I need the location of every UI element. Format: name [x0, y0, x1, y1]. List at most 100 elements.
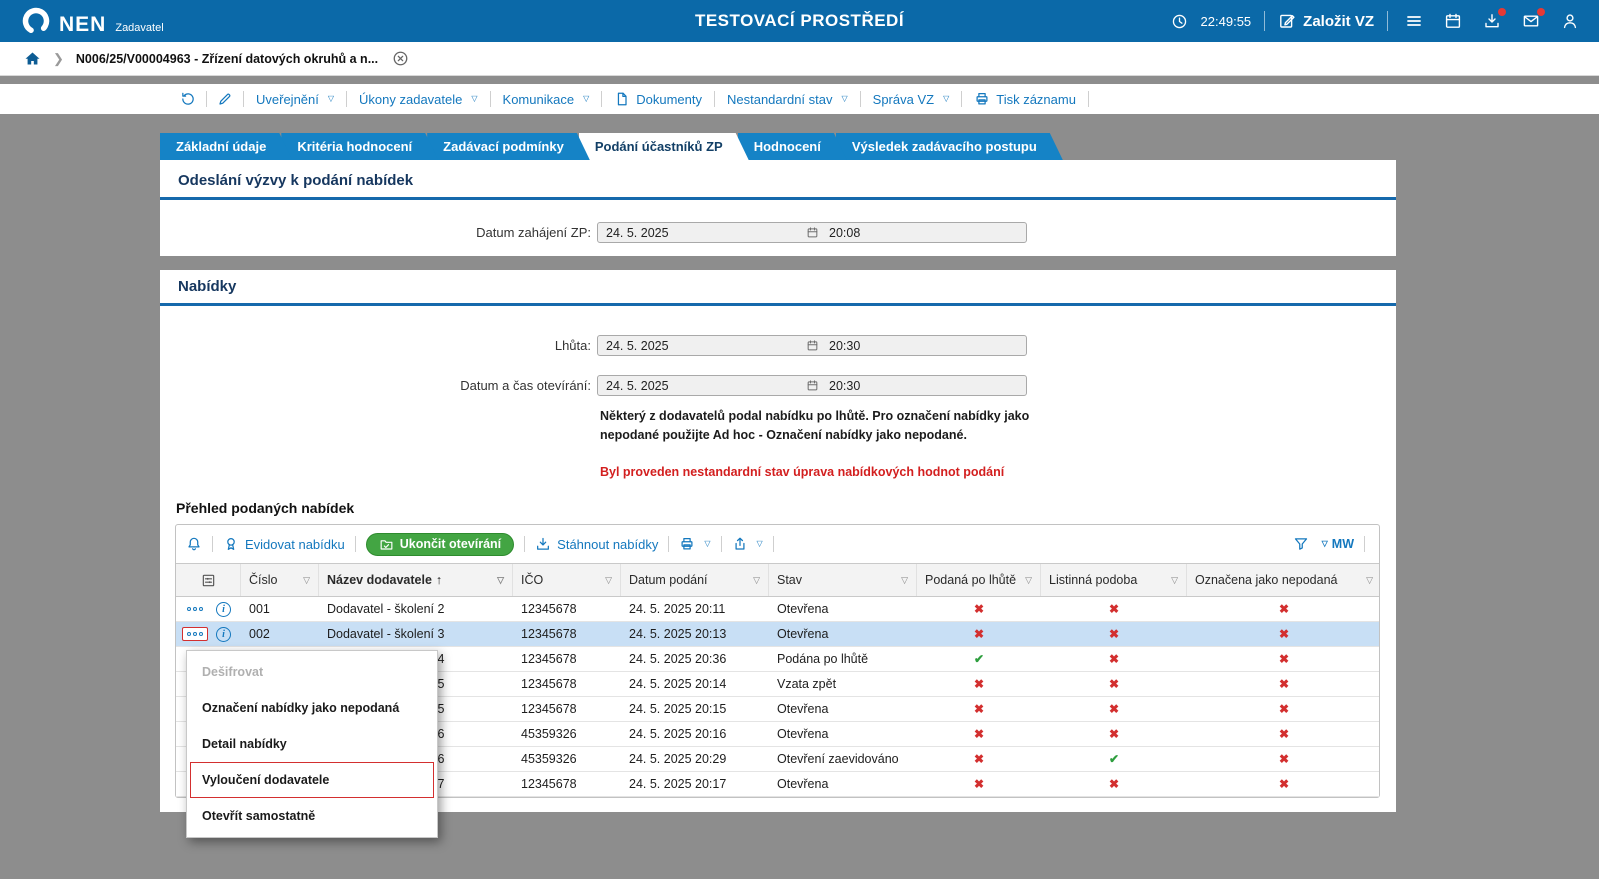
context-menu-item-detail-nabidky[interactable]: Detail nabídky — [190, 726, 434, 762]
cell-cislo: 002 — [241, 622, 319, 646]
context-menu-item-oznaceni-nabidky-jako-nepodana[interactable]: Označení nabídky jako nepodaná — [190, 690, 434, 726]
action-label: Úkony zadavatele — [359, 92, 462, 107]
context-menu: DešifrovatOznačení nabídky jako nepodaná… — [186, 650, 438, 838]
cell-listinna-podoba: ✖ — [1041, 722, 1187, 746]
time-value[interactable]: 20:08 — [829, 226, 860, 240]
check-icon: ✔ — [1109, 752, 1119, 766]
action-uverejneni[interactable]: Uveřejnění ▽ — [244, 92, 346, 107]
cross-icon: ✖ — [1279, 777, 1289, 791]
calendar-icon[interactable] — [806, 379, 819, 392]
column-filter-icon[interactable]: ▽ — [299, 575, 310, 586]
section-gap — [160, 256, 1396, 270]
calendar-icon[interactable] — [806, 226, 819, 239]
ukoncit-otevirani-button[interactable]: Ukončit otevírání — [366, 533, 514, 556]
column-filter-icon[interactable]: ▽ — [1021, 575, 1032, 586]
watch-bell-button[interactable] — [186, 536, 202, 552]
action-sprava-vz[interactable]: Správa VZ▽ — [861, 92, 962, 107]
action-nestandardni-stav[interactable]: Nestandardní stav▽ — [715, 92, 860, 107]
tab-vysledek-zadavaciho-postupu[interactable]: Výsledek zadávacího postupu — [836, 133, 1063, 160]
row-info-icon[interactable]: i — [216, 602, 231, 617]
home-button[interactable] — [24, 50, 41, 67]
cell-podana-po-lhute: ✖ — [917, 747, 1041, 771]
notification-badge — [1498, 8, 1506, 16]
brand[interactable]: NEN Zadavatel — [22, 7, 164, 35]
table-row[interactable]: i002Dodavatel - školení 31234567824. 5. … — [176, 622, 1379, 647]
datetime-input-lhuta[interactable]: 24. 5. 2025 20:30 — [597, 335, 1027, 356]
action-komunikace[interactable]: Komunikace▽ — [491, 92, 602, 107]
menu-button[interactable] — [1401, 12, 1427, 30]
table-row[interactable]: i001Dodavatel - školení 21234567824. 5. … — [176, 597, 1379, 622]
date-value[interactable]: 24. 5. 2025 — [606, 379, 806, 393]
cell-listinna-podoba: ✔ — [1041, 747, 1187, 771]
cell-datum-podani: 24. 5. 2025 20:13 — [621, 622, 769, 646]
tab-zakladni-udaje[interactable]: Základní údaje — [160, 133, 292, 160]
date-value[interactable]: 24. 5. 2025 — [606, 339, 806, 353]
evidovat-nabidku-button[interactable]: Evidovat nabídku — [223, 536, 345, 552]
view-selector[interactable]: ▽ MW — [1319, 537, 1354, 551]
calendar-icon[interactable] — [806, 339, 819, 352]
column-header-stav[interactable]: Stav▽ — [769, 564, 917, 596]
tab-hodnoceni[interactable]: Hodnocení — [738, 133, 847, 160]
export-button[interactable]: ▽ — [732, 536, 763, 552]
action-dokumenty[interactable]: Dokumenty — [602, 91, 714, 107]
column-header-cislo[interactable]: Číslo ▽ — [241, 564, 319, 596]
stahnout-nabidky-button[interactable]: Stáhnout nabídky — [535, 536, 658, 552]
close-record-button[interactable] — [392, 50, 409, 67]
context-menu-item-otevrit-samostatne[interactable]: Otevřít samostatně — [190, 798, 434, 834]
section-title-offers: Nabídky — [178, 278, 236, 295]
column-filter-icon[interactable]: ▽ — [897, 575, 908, 586]
column-filter-icon[interactable]: ▽ — [601, 575, 612, 586]
column-header-nazev-dodavatele[interactable]: Název dodavatele↑▽ — [319, 564, 513, 596]
column-label: Číslo — [249, 573, 277, 587]
edit-button[interactable] — [207, 91, 243, 107]
field-label: Datum zahájení ZP: — [160, 225, 597, 240]
column-header-ico[interactable]: IČO▽ — [513, 564, 621, 596]
nonstandard-state-alert: Byl proveden nestandardní stav úprava na… — [600, 465, 1200, 479]
column-filter-icon[interactable]: ▽ — [1362, 575, 1373, 586]
row-menu-button[interactable] — [182, 627, 208, 641]
column-filter-icon[interactable]: ▽ — [1167, 575, 1178, 586]
print-table-button[interactable]: ▽ — [679, 536, 710, 552]
chevron-down-icon: ▽ — [328, 94, 334, 103]
calendar-button[interactable] — [1440, 12, 1466, 30]
column-header-oznacena-jako-nepodana[interactable]: Označena jako nepodaná▽ — [1187, 564, 1381, 596]
datetime-input-zahajeni[interactable]: 24. 5. 2025 20:08 — [597, 222, 1027, 243]
time-value[interactable]: 20:30 — [829, 379, 860, 393]
cell-listinna-podoba: ✖ — [1041, 597, 1187, 621]
breadcrumb-record[interactable]: N006/25/V00004963 - Zřízení datových okr… — [76, 52, 378, 66]
column-filter-icon[interactable]: ▽ — [493, 575, 504, 586]
field-oteviranie: Datum a čas otevírání: 24. 5. 2025 20:30 — [160, 375, 1396, 396]
cross-icon: ✖ — [1109, 677, 1119, 691]
cross-icon: ✖ — [974, 752, 984, 766]
row-menu-button[interactable] — [182, 602, 208, 616]
filter-button[interactable] — [1293, 536, 1309, 552]
action-tisk-zaznamu[interactable]: Tisk záznamu — [962, 91, 1088, 107]
cell-nazev-dodavatele: Dodavatel - školení 3 — [319, 622, 513, 646]
action-bar: Uveřejnění ▽ Úkony zadavatele▽Komunikace▽D… — [0, 84, 1599, 114]
messages-button[interactable] — [1518, 12, 1544, 30]
create-vz-button[interactable]: Založit VZ — [1278, 12, 1374, 30]
tab-kriteria-hodnoceni[interactable]: Kritéria hodnocení — [281, 133, 438, 160]
column-header-podana-po-lhute[interactable]: Podaná po lhůtě▽ — [917, 564, 1041, 596]
history-button[interactable] — [170, 91, 206, 107]
tab-zadavaci-podminky[interactable]: Zadávací podmínky — [427, 133, 590, 160]
cell-oznacena-jako-nepodana: ✖ — [1187, 697, 1381, 721]
cell-stav: Otevřena — [769, 772, 917, 796]
column-chooser[interactable] — [176, 564, 241, 596]
action-ukony-zadavatele[interactable]: Úkony zadavatele▽ — [347, 92, 490, 107]
downloads-button[interactable] — [1479, 12, 1505, 30]
time-value[interactable]: 20:30 — [829, 339, 860, 353]
cell-podana-po-lhute: ✖ — [917, 722, 1041, 746]
column-filter-icon[interactable]: ▽ — [749, 575, 760, 586]
row-info-icon[interactable]: i — [216, 627, 231, 642]
cell-ico: 12345678 — [513, 772, 621, 796]
column-header-datum-podani[interactable]: Datum podání▽ — [621, 564, 769, 596]
share-icon — [732, 536, 748, 552]
tab-podani-ucastniku-zp[interactable]: Podání účastníků ZP — [579, 133, 749, 160]
datetime-input-otevirani[interactable]: 24. 5. 2025 20:30 — [597, 375, 1027, 396]
column-header-listinna-podoba[interactable]: Listinná podoba▽ — [1041, 564, 1187, 596]
action-label: Uveřejnění — [256, 92, 319, 107]
profile-button[interactable] — [1557, 12, 1583, 30]
context-menu-item-vylouceni-dodavatele[interactable]: Vyloučení dodavatele — [190, 762, 434, 798]
date-value[interactable]: 24. 5. 2025 — [606, 226, 806, 240]
